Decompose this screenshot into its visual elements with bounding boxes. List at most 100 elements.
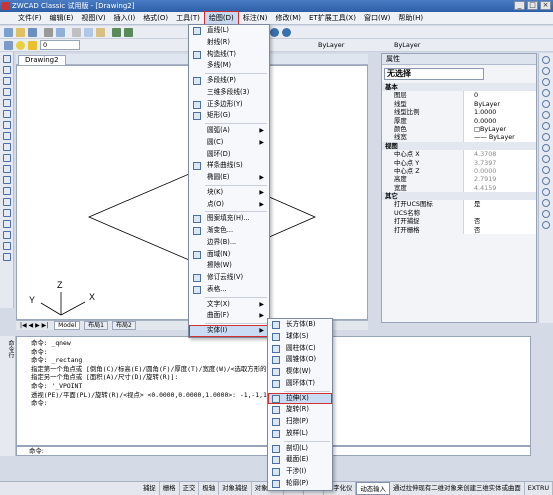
minimize-button[interactable]: _ (514, 1, 525, 10)
solid_menu-item-1[interactable]: 球体(S) (268, 331, 332, 343)
menu-8[interactable]: 修改(M) (271, 12, 305, 24)
hatch-tool-icon[interactable] (2, 209, 11, 217)
property-value[interactable]: 0.0000 (464, 166, 536, 176)
draw_menu-item-19[interactable]: 图案填充(H)... (189, 213, 269, 225)
solid_menu-item-7[interactable]: 拉伸(X) (268, 392, 332, 405)
menu-10[interactable]: 窗口(W) (360, 12, 394, 24)
property-value[interactable]: 4.4159 (464, 183, 536, 193)
draw_menu-item-22[interactable]: 面域(N) (189, 249, 269, 261)
chamfer-tool-icon[interactable] (542, 199, 550, 207)
solid_menu-item-15[interactable]: 轮廓(P) (268, 478, 332, 490)
undo-icon[interactable] (112, 28, 121, 37)
layout-tab-1[interactable]: 布局1 (84, 321, 108, 330)
save-icon[interactable] (28, 28, 37, 37)
mtext-tool-icon[interactable] (2, 253, 11, 261)
property-value[interactable]: 2.7919 (464, 175, 536, 184)
menu-0[interactable]: 文件(F) (14, 12, 46, 24)
property-row[interactable]: 打开捕捉否 (382, 217, 536, 226)
linetype-select[interactable]: ByLayer (318, 41, 344, 49)
zoom-window-icon[interactable] (282, 28, 291, 37)
property-row[interactable]: 打开栅格否 (382, 225, 536, 235)
insert-block-tool-icon[interactable] (2, 176, 11, 184)
menu-2[interactable]: 视图(V) (77, 12, 109, 24)
property-value[interactable]: 否 (464, 225, 536, 235)
menu-9[interactable]: ET扩展工具(X) (305, 12, 360, 24)
rectangle-tool-icon[interactable] (2, 99, 11, 107)
menu-1[interactable]: 编辑(E) (46, 12, 78, 24)
break-tool-icon[interactable] (542, 188, 550, 196)
solid_menu-item-4[interactable]: 楔体(W) (268, 366, 332, 378)
property-value[interactable]: 1.0000 (464, 108, 536, 117)
solid_menu-item-10[interactable]: 放样(L) (268, 428, 332, 440)
xline-tool-icon[interactable] (2, 66, 11, 74)
property-row[interactable]: 线宽 —— ByLayer (382, 133, 536, 142)
draw_menu-item-7[interactable]: 正多边形(Y) (189, 99, 269, 111)
cloud-tool-icon[interactable] (2, 132, 11, 140)
layer-manager-icon[interactable] (4, 41, 13, 50)
layout-nav-arrows[interactable]: |◀ ◀ ▶ ▶| (16, 322, 48, 329)
status-item-3[interactable]: 极轴 (199, 482, 220, 495)
stretch-tool-icon[interactable] (542, 144, 550, 152)
property-value[interactable]: —— ByLayer (464, 133, 536, 142)
draw_menu-item-24[interactable]: 修订云线(V) (189, 272, 269, 284)
layout-tab-0[interactable]: Model (54, 321, 81, 330)
line-tool-icon[interactable] (2, 55, 11, 63)
solid_menu-item-13[interactable]: 截面(E) (268, 454, 332, 466)
draw_menu-item-11[interactable]: 圆(C) ▶ (189, 137, 269, 149)
drawing-tab[interactable]: Drawing2 (18, 55, 66, 65)
draw_menu-item-5[interactable]: 多段线(P) (189, 75, 269, 87)
draw_menu-item-1[interactable]: 射线(R) (189, 37, 269, 49)
zoom-icon[interactable] (270, 28, 279, 37)
property-row[interactable]: 宽度 4.4159 (382, 183, 536, 193)
property-row[interactable]: 中心点 X 4.3708 (382, 150, 536, 159)
draw_menu-item-27[interactable]: 文字(X) ▶ (189, 299, 269, 311)
property-row[interactable]: 中心点 Z 0.0000 (382, 166, 536, 176)
draw_menu-item-14[interactable]: 椭圆(E) ▶ (189, 172, 269, 184)
layer-select[interactable]: 0 (40, 40, 80, 50)
property-row[interactable]: 打开UCS图标是 (382, 200, 536, 209)
gradient-tool-icon[interactable] (2, 220, 11, 228)
status-item-10[interactable]: 通过拉伸现有二维对象来创建三维实体或曲面 (390, 482, 525, 495)
draw_menu-item-30[interactable]: 实体(I) ▶ (189, 325, 269, 337)
property-section[interactable]: 基本 (382, 83, 536, 92)
selection-dropdown[interactable]: 无选择 (384, 68, 484, 80)
explode-tool-icon[interactable] (542, 221, 550, 229)
solid_menu-item-8[interactable]: 旋转(R) (268, 404, 332, 416)
draw_menu-item-6[interactable]: 三维多段线(3) (189, 87, 269, 99)
property-value[interactable]: 是 (464, 200, 536, 209)
offset-tool-icon[interactable] (542, 89, 550, 97)
array-tool-icon[interactable] (542, 100, 550, 108)
extend-tool-icon[interactable] (542, 177, 550, 185)
property-row[interactable]: 颜色 □ByLayer (382, 124, 536, 134)
draw_menu-item-10[interactable]: 圆弧(A) ▶ (189, 125, 269, 137)
print-icon[interactable] (44, 28, 53, 37)
open-icon[interactable] (16, 28, 25, 37)
table-tool-icon[interactable] (2, 242, 11, 250)
menu-11[interactable]: 帮助(H) (394, 12, 427, 24)
cut-icon[interactable] (72, 28, 81, 37)
move-tool-icon[interactable] (542, 111, 550, 119)
property-value[interactable] (464, 208, 536, 218)
fillet-tool-icon[interactable] (542, 210, 550, 218)
rotate-tool-icon[interactable] (542, 122, 550, 130)
trim-tool-icon[interactable] (542, 166, 550, 174)
menu-4[interactable]: 格式(O) (139, 12, 172, 24)
property-value[interactable]: ByLayer (464, 99, 536, 109)
solid_menu-item-14[interactable]: 干涉(I) (268, 466, 332, 478)
maximize-button[interactable]: □ (527, 1, 538, 10)
mirror-tool-icon[interactable] (542, 78, 550, 86)
draw_menu-item-3[interactable]: 多线(M) (189, 60, 269, 72)
redo-icon[interactable] (124, 28, 133, 37)
arc-tool-icon[interactable] (2, 110, 11, 118)
close-button[interactable]: × (540, 1, 551, 10)
property-value[interactable]: 3.7397 (464, 158, 536, 167)
point-tool-icon[interactable] (2, 198, 11, 206)
property-row[interactable]: 图层 0 (382, 91, 536, 100)
property-row[interactable]: 高度 2.7919 (382, 175, 536, 184)
property-row[interactable]: UCS名称 (382, 208, 536, 218)
menu-7[interactable]: 标注(N) (239, 12, 272, 24)
draw_menu-item-16[interactable]: 块(K) ▶ (189, 187, 269, 199)
draw_menu-item-20[interactable]: 渐变色... (189, 225, 269, 237)
solid_menu-item-3[interactable]: 圆锥体(O) (268, 354, 332, 366)
draw_menu-item-2[interactable]: 构造线(T) (189, 49, 269, 61)
